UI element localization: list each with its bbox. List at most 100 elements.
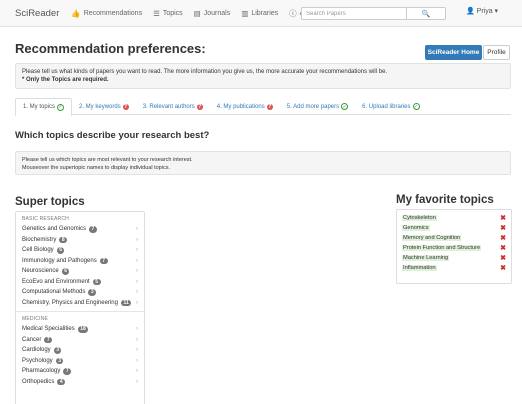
section-header: MEDICINE bbox=[22, 316, 49, 322]
nav-recommendations[interactable]: 👍 Recommendations bbox=[71, 8, 142, 19]
tab-3[interactable]: 3. Relevant authors? bbox=[136, 98, 210, 115]
topic-count-badge: 5 bbox=[92, 278, 101, 285]
check-circle-icon: ✓ bbox=[341, 103, 349, 110]
chevron-right-icon: › bbox=[136, 299, 138, 306]
topic-count-badge: 6 bbox=[61, 268, 70, 275]
remove-icon[interactable]: ✖ bbox=[500, 264, 506, 272]
section-header: BASIC RESEARCH bbox=[22, 216, 69, 222]
super-topics-heading: Super topics bbox=[15, 196, 85, 208]
remove-icon[interactable]: ✖ bbox=[500, 214, 506, 222]
search-icon: 🔍 bbox=[421, 10, 431, 18]
nav-libraries[interactable]: ▥ Libraries bbox=[241, 8, 278, 19]
supertopic-label: Neuroscience bbox=[22, 268, 59, 275]
preference-tabs: 1. My topics ✓ 2. My keywords? 3. Relevant … bbox=[15, 98, 511, 116]
topic-count-badge: 3 bbox=[88, 289, 97, 296]
supertopic-label: Pharmacology bbox=[22, 368, 61, 375]
tab-label: 1. My topics bbox=[23, 104, 56, 110]
favorite-topics-heading: My favorite topics bbox=[396, 194, 494, 206]
favorite-topic-label: Inflammation bbox=[402, 265, 437, 271]
supertopic-item[interactable]: Medical Specialities 18 › bbox=[16, 324, 144, 335]
tab-6[interactable]: 6. Upload libraries ✓ bbox=[355, 98, 426, 115]
search-button[interactable]: 🔍 bbox=[407, 7, 446, 20]
chevron-right-icon: › bbox=[136, 347, 138, 353]
nav-links: 👍 Recommendations ☰ Topics ▤ Journals ▥ Librari… bbox=[71, 8, 329, 19]
supertopic-item[interactable]: Cell Biology 6 › bbox=[16, 245, 144, 256]
supertopic-label: Chemistry, Physics and Engineering bbox=[22, 299, 118, 306]
supertopic-item[interactable]: Chemistry, Physics and Engineering 11 › bbox=[16, 298, 144, 309]
supertopic-item[interactable]: Cancer 7 › bbox=[16, 335, 144, 346]
topic-count-badge: 3 bbox=[55, 357, 64, 364]
favorite-topic-label: Memory and Cognition bbox=[402, 235, 462, 241]
chevron-right-icon: › bbox=[136, 378, 138, 385]
chevron-right-icon: › bbox=[136, 326, 138, 332]
instruction-line-1: Please tell us which topics are most rel… bbox=[22, 157, 193, 163]
search-form: 🔍 bbox=[301, 7, 446, 20]
supertopic-item[interactable]: Neuroscience 6 › bbox=[16, 266, 144, 277]
favorite-topic-label: Machine Learning bbox=[402, 255, 450, 261]
brand-logo[interactable]: SciReader bbox=[15, 8, 59, 19]
tab-1[interactable]: 1. My topics ✓ bbox=[15, 98, 73, 116]
tab-label: 4. My publications bbox=[216, 103, 265, 110]
supertopic-item[interactable]: EcoEvo and Environment 5 › bbox=[16, 277, 144, 288]
supertopic-item[interactable]: Psychology 3 › bbox=[16, 356, 144, 367]
check-circle-icon: ✓ bbox=[57, 103, 65, 111]
favorite-topic-item: Inflammation ✖ bbox=[402, 263, 506, 273]
library-icon: ▥ bbox=[241, 8, 249, 18]
info-icon: ⓘ bbox=[289, 8, 297, 18]
user-menu[interactable]: 👤 Priya ▾ bbox=[466, 7, 498, 15]
supertopic-item[interactable]: Immunology and Pathogens 7 › bbox=[16, 256, 144, 267]
instructions-box: Please tell us which topics are most rel… bbox=[15, 151, 511, 175]
tab-4[interactable]: 4. My publications? bbox=[210, 98, 280, 115]
scireader-home-button[interactable]: SciReader Home bbox=[425, 45, 482, 60]
topic-count-badge: 8 bbox=[59, 236, 68, 243]
favorite-topic-label: Protein Function and Structure bbox=[402, 245, 482, 251]
topic-count-badge: 7 bbox=[99, 257, 108, 264]
profile-button[interactable]: Profile bbox=[483, 45, 510, 60]
supertopic-item[interactable]: Orthopedics 4 › bbox=[16, 377, 144, 388]
supertopic-label: Biochemistry bbox=[22, 236, 57, 243]
favorite-topic-item: Machine Learning ✖ bbox=[402, 253, 506, 263]
chevron-right-icon: › bbox=[136, 336, 138, 343]
supertopic-item[interactable]: Cardiology 3 › bbox=[16, 345, 144, 356]
remove-icon[interactable]: ✖ bbox=[500, 224, 506, 232]
question-circle-icon: ? bbox=[196, 103, 203, 110]
chevron-right-icon: › bbox=[136, 357, 138, 364]
supertopic-item[interactable]: Computational Methods 3 › bbox=[16, 287, 144, 298]
supertopic-label: Psychology bbox=[22, 357, 53, 364]
nav-topics[interactable]: ☰ Topics bbox=[153, 8, 183, 19]
supertopic-label: Cardiology bbox=[22, 347, 51, 354]
remove-icon[interactable]: ✖ bbox=[500, 244, 506, 252]
info-box: Please tell us what kinds of papers you … bbox=[15, 63, 511, 89]
supertopic-label: Cell Biology bbox=[22, 247, 54, 254]
supertopic-label: EcoEvo and Environment bbox=[22, 278, 90, 285]
supertopic-item[interactable]: Genetics and Genomics 7 › bbox=[16, 224, 144, 235]
tab-2[interactable]: 2. My keywords? bbox=[72, 98, 136, 115]
topic-count-badge: 11 bbox=[120, 299, 132, 306]
tab-5[interactable]: 5. Add more papers ✓ bbox=[280, 98, 355, 115]
topic-count-badge: 7 bbox=[89, 226, 97, 233]
remove-icon[interactable]: ✖ bbox=[500, 254, 506, 262]
supertopic-item[interactable]: Pharmacology 7 › bbox=[16, 366, 144, 377]
section-question-title: Which topics describe your research best… bbox=[15, 130, 210, 141]
navbar: SciReader 👍 Recommendations ☰ Topics ▤ Journa… bbox=[0, 0, 522, 27]
favorite-topics-panel: Cytoskeleton ✖ Genomics ✖ Memory and Cogniti… bbox=[396, 209, 512, 284]
chevron-right-icon: › bbox=[136, 247, 138, 253]
remove-icon[interactable]: ✖ bbox=[500, 234, 506, 242]
favorite-topic-item: Memory and Cognition ✖ bbox=[402, 233, 506, 243]
page-title: Recommendation preferences: bbox=[15, 41, 206, 56]
supertopic-label: Medical Specialities bbox=[22, 326, 75, 333]
chevron-right-icon: › bbox=[136, 268, 138, 274]
nav-journals[interactable]: ▤ Journals bbox=[194, 8, 231, 19]
supertopic-item[interactable]: Biochemistry 8 › bbox=[16, 235, 144, 246]
chevron-right-icon: › bbox=[136, 226, 138, 232]
search-input[interactable] bbox=[301, 7, 407, 20]
tab-label: 5. Add more papers bbox=[286, 103, 340, 110]
topic-count-badge: 6 bbox=[56, 247, 65, 254]
question-circle-icon: ? bbox=[266, 103, 273, 110]
thumbs-up-icon: 👍 bbox=[71, 8, 81, 18]
nav-label: Journals bbox=[203, 9, 231, 17]
list-icon: ☰ bbox=[153, 8, 160, 18]
supertopic-label: Genetics and Genomics bbox=[22, 226, 87, 233]
super-topics-panel: BASIC RESEARCH Genetics and Genomics 7 › Bio… bbox=[15, 211, 145, 404]
favorite-topic-label: Genomics bbox=[402, 225, 430, 231]
